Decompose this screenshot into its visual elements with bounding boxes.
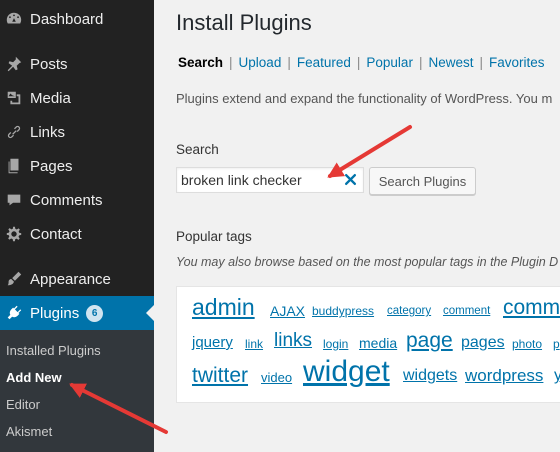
comment-icon — [4, 190, 24, 210]
tab-separator: | — [479, 55, 483, 70]
tag-link[interactable]: page — [406, 330, 453, 351]
tag-link[interactable]: AJAX — [270, 304, 305, 318]
tag-link[interactable]: photo — [512, 338, 542, 350]
sidebar-item-label: Links — [30, 123, 66, 141]
active-indicator — [146, 305, 154, 321]
clear-search-icon[interactable] — [344, 173, 357, 186]
tag-link[interactable]: comm — [503, 297, 560, 318]
gear-icon — [4, 224, 24, 244]
pin-icon — [4, 54, 24, 74]
tag-link[interactable]: link — [245, 338, 263, 350]
sidebar-item-contact[interactable]: Contact — [0, 217, 154, 251]
submenu-installed-plugins[interactable]: Installed Plugins — [6, 343, 101, 358]
popular-tags-heading: Popular tags — [176, 229, 252, 244]
sidebar-item-pages[interactable]: Pages — [0, 149, 154, 183]
sidebar-item-label: Pages — [30, 157, 73, 175]
admin-sidebar: Dashboard Posts Media Links Pages Commen… — [0, 0, 154, 452]
update-count-badge: 6 — [86, 304, 104, 322]
tab-newest[interactable]: Newest — [428, 55, 473, 70]
brush-icon — [4, 269, 24, 289]
sidebar-item-comments[interactable]: Comments — [0, 183, 154, 217]
sidebar-item-dashboard[interactable]: Dashboard — [0, 2, 154, 36]
submenu-editor[interactable]: Editor — [6, 397, 40, 412]
dashboard-icon — [4, 9, 24, 29]
tab-separator: | — [287, 55, 291, 70]
tab-separator: | — [356, 55, 361, 70]
submenu-akismet[interactable]: Akismet — [6, 424, 52, 439]
search-label: Search — [176, 142, 219, 157]
page-description: Plugins extend and expand the functional… — [176, 91, 553, 106]
search-box — [176, 167, 364, 193]
tag-link[interactable]: buddypress — [312, 305, 374, 317]
sidebar-item-label: Posts — [30, 55, 68, 73]
sidebar-item-label: Media — [30, 89, 71, 107]
tag-link[interactable]: login — [323, 338, 348, 350]
sidebar-item-label: Contact — [30, 225, 82, 243]
plugin-icon — [4, 303, 24, 323]
tab-search[interactable]: Search — [178, 55, 223, 70]
sidebar-item-plugins[interactable]: Plugins 6 — [0, 296, 154, 330]
plugins-submenu: Installed Plugins Add New Editor Akismet — [0, 330, 154, 452]
tag-link[interactable]: jquery — [192, 335, 233, 350]
tag-link[interactable]: links — [274, 331, 312, 350]
sidebar-item-posts[interactable]: Posts — [0, 47, 154, 81]
sidebar-item-links[interactable]: Links — [0, 115, 154, 149]
tag-link[interactable]: widgets — [403, 368, 457, 384]
tag-link[interactable]: y — [554, 368, 560, 384]
sidebar-item-label: Dashboard — [30, 10, 104, 28]
tab-upload[interactable]: Upload — [239, 55, 282, 70]
plugin-install-tabs: Search | Upload | Featured | Popular | Newest | Fa… — [178, 55, 545, 70]
tab-separator: | — [229, 55, 233, 70]
submenu-add-new[interactable]: Add New — [6, 370, 62, 385]
sidebar-item-label: Appearance — [30, 270, 111, 288]
main-content: Install Plugins Search | Upload | Featured | P… — [154, 0, 560, 452]
tag-link[interactable]: video — [261, 371, 292, 384]
link-icon — [4, 122, 24, 142]
sidebar-item-label: Comments — [30, 191, 103, 209]
tab-popular[interactable]: Popular — [366, 55, 413, 70]
sidebar-item-appearance[interactable]: Appearance — [0, 262, 154, 296]
tag-link[interactable]: comment — [443, 305, 490, 318]
tag-link[interactable]: twitter — [192, 365, 248, 386]
tab-featured[interactable]: Featured — [297, 55, 351, 70]
tag-link[interactable]: admin — [192, 296, 255, 319]
tab-favorites[interactable]: Favorites — [489, 55, 545, 70]
tag-link[interactable]: widget — [303, 357, 390, 387]
media-icon — [4, 88, 24, 108]
tag-link[interactable]: pages — [461, 335, 505, 351]
tag-link[interactable]: category — [387, 305, 431, 318]
tag-cloud: admin AJAX buddypress category comment c… — [176, 286, 560, 403]
pages-icon — [4, 156, 24, 176]
page-title: Install Plugins — [176, 10, 312, 35]
tag-link[interactable]: media — [359, 336, 397, 350]
search-input[interactable] — [181, 170, 341, 190]
tag-link[interactable]: p — [553, 338, 560, 350]
tag-link[interactable]: wordpress — [465, 367, 543, 384]
search-plugins-button[interactable]: Search Plugins — [369, 167, 476, 195]
tab-separator: | — [418, 55, 423, 70]
sidebar-item-label: Plugins — [30, 304, 80, 322]
sidebar-item-media[interactable]: Media — [0, 81, 154, 115]
popular-tags-description: You may also browse based on the most po… — [176, 255, 559, 269]
